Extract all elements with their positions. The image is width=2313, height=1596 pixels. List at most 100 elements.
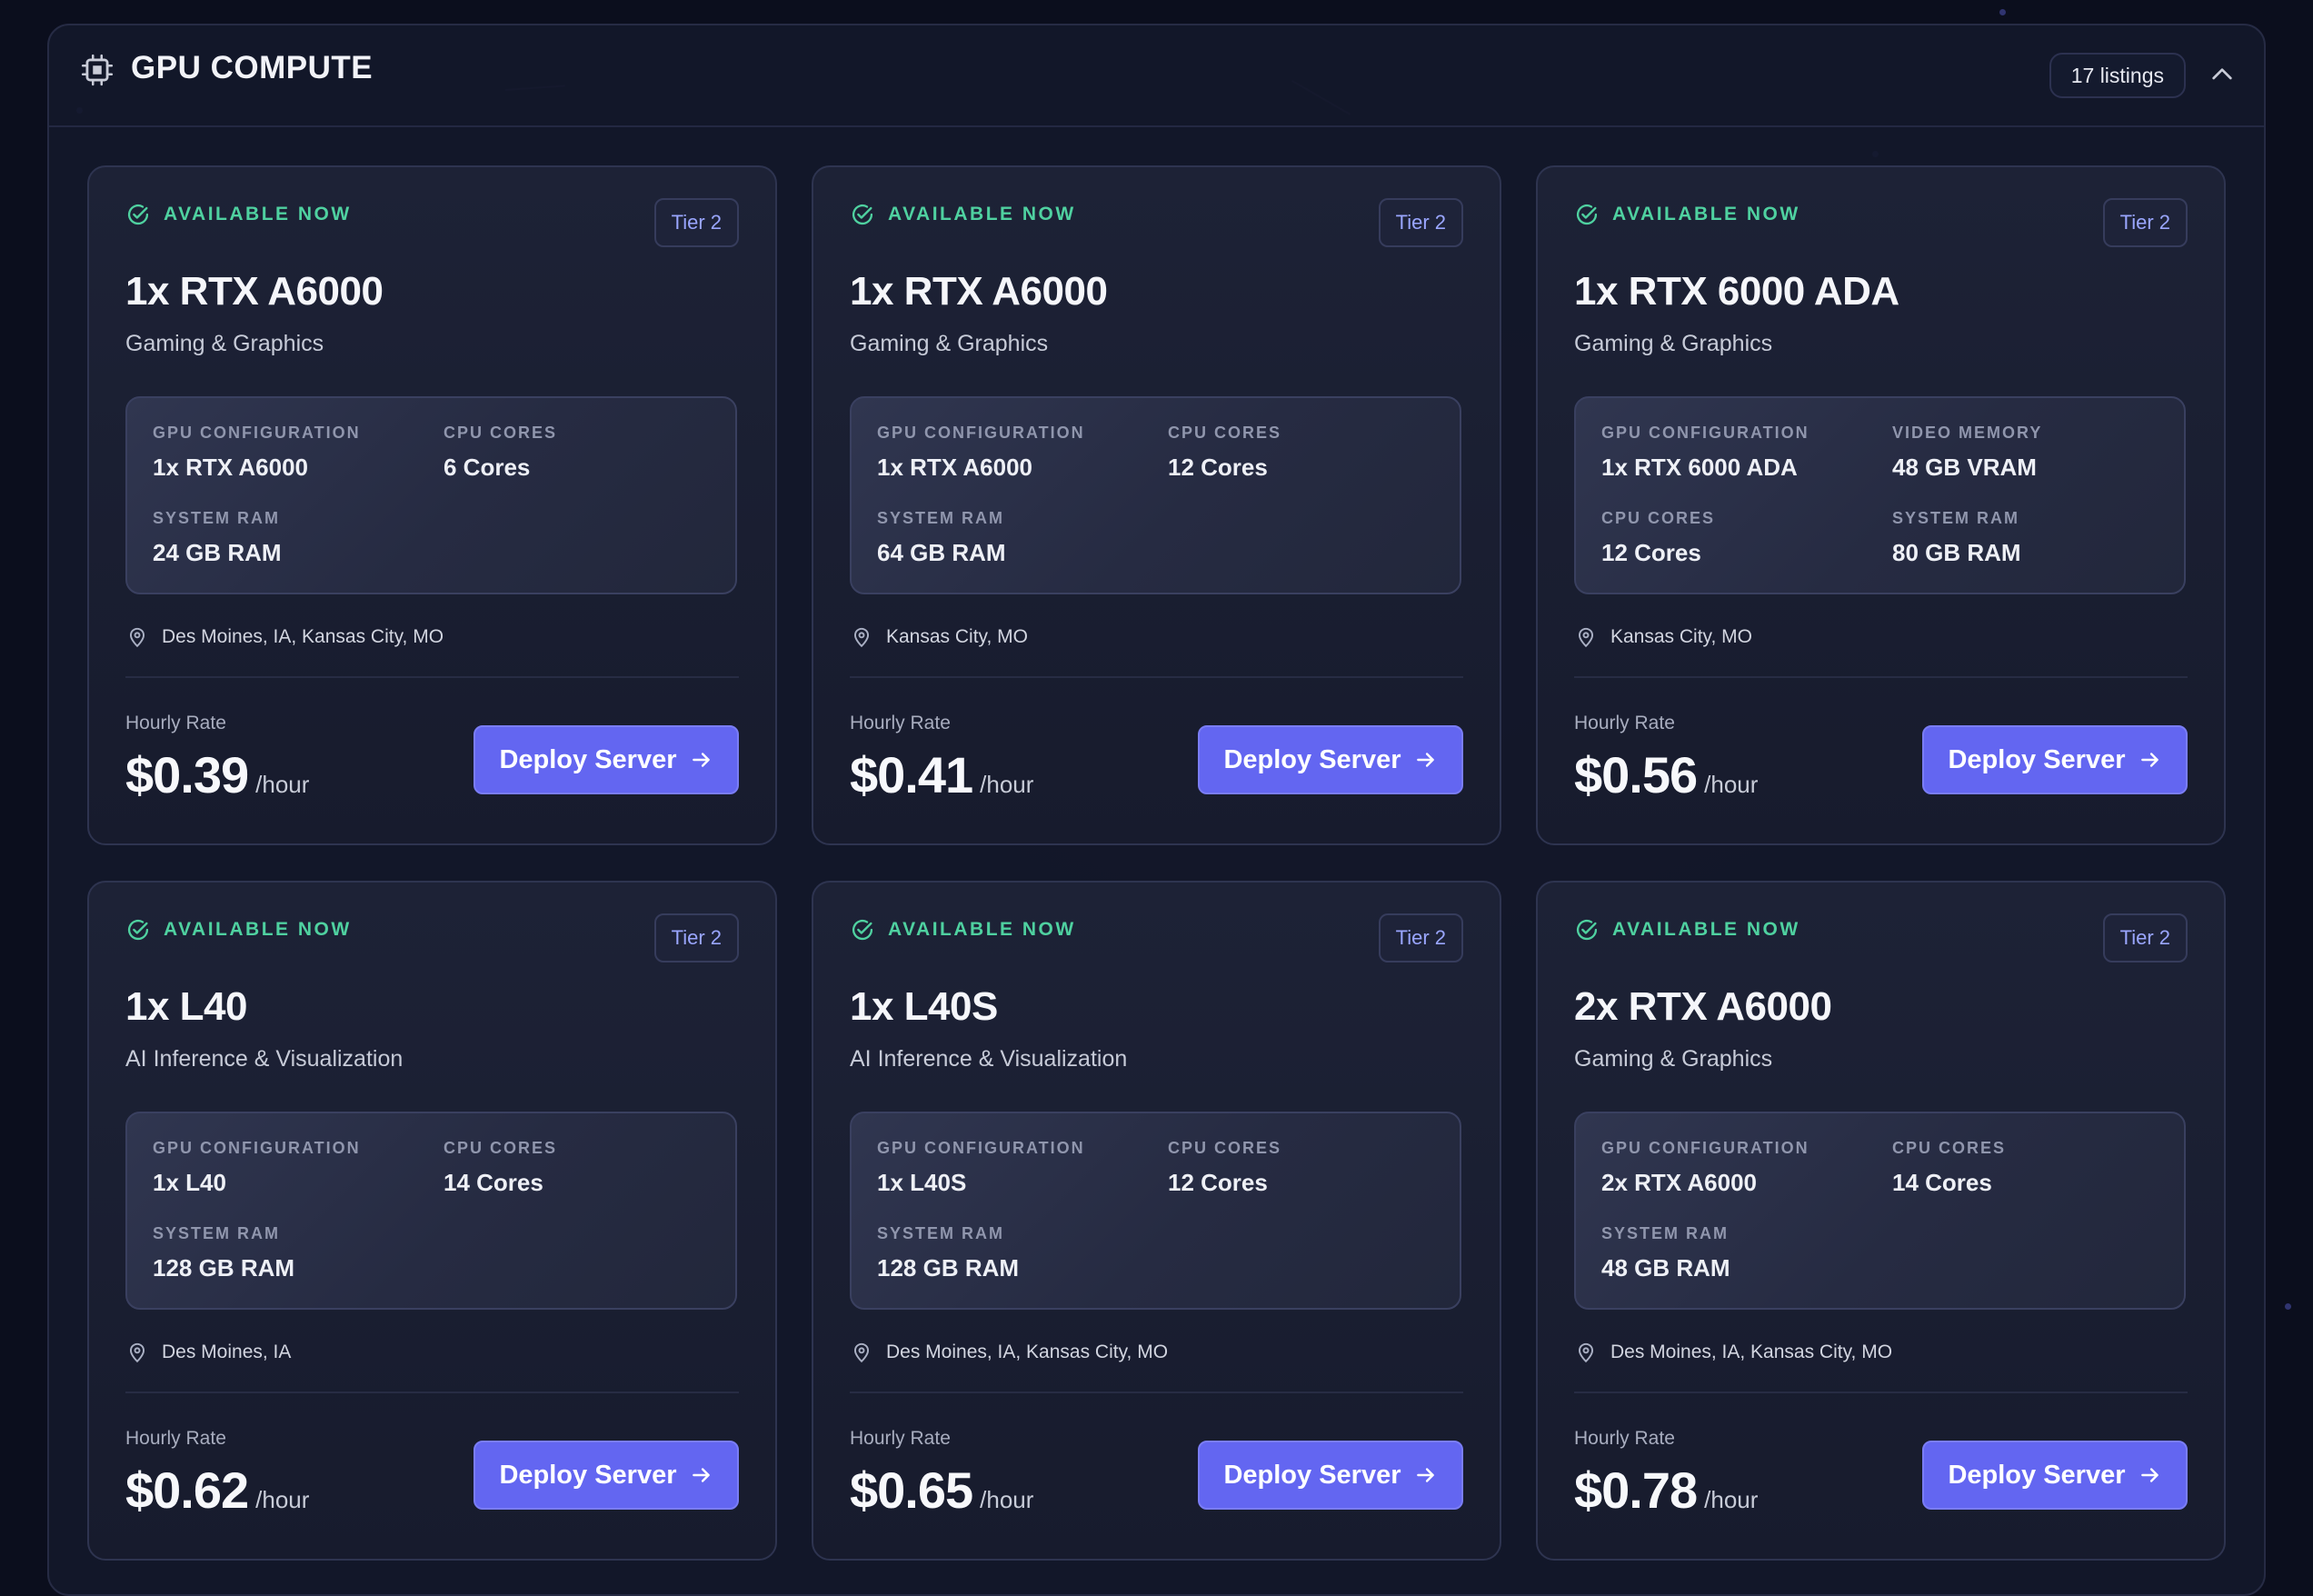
- gpu-listing-card: AVAILABLE NOW Tier 2 1x L40S AI Inferenc…: [812, 881, 1501, 1561]
- spec-value: 1x RTX A6000: [877, 454, 1085, 482]
- arrow-right-icon: [1414, 748, 1438, 772]
- location: Kansas City, MO: [1574, 625, 1752, 649]
- gpu-listing-card: AVAILABLE NOW Tier 2 1x RTX 6000 ADA Gam…: [1536, 165, 2226, 845]
- divider: [125, 1392, 739, 1393]
- gpu-name: 2x RTX A6000: [1574, 984, 1831, 1030]
- check-circle-icon: [850, 202, 875, 227]
- location-text: Des Moines, IA, Kansas City, MO: [162, 626, 444, 648]
- spec-value: 12 Cores: [1168, 1169, 1281, 1197]
- spec-label: GPU CONFIGURATION: [877, 1139, 1085, 1158]
- gpu-category: Gaming & Graphics: [1574, 331, 1772, 357]
- spec-value: 1x L40: [153, 1169, 361, 1197]
- price-amount: $0.65: [850, 1461, 972, 1520]
- spec-label: VIDEO MEMORY: [1892, 424, 2042, 443]
- spec-item: GPU CONFIGURATION1x RTX 6000 ADA: [1601, 424, 1810, 482]
- price: $0.56 /hour: [1574, 745, 1758, 804]
- chevron-up-icon[interactable]: [2208, 60, 2237, 89]
- spec-value: 12 Cores: [1168, 454, 1281, 482]
- divider: [850, 1392, 1463, 1393]
- gpu-category: Gaming & Graphics: [125, 331, 324, 357]
- spec-item: SYSTEM RAM80 GB RAM: [1892, 509, 2021, 567]
- gpu-listing-card: AVAILABLE NOW Tier 2 1x RTX A6000 Gaming…: [87, 165, 777, 845]
- deploy-server-button[interactable]: Deploy Server: [474, 725, 739, 794]
- deploy-button-label: Deploy Server: [1948, 1461, 2125, 1491]
- deploy-button-label: Deploy Server: [1948, 745, 2125, 775]
- spec-label: GPU CONFIGURATION: [877, 424, 1085, 443]
- check-circle-icon: [850, 917, 875, 943]
- spec-item: SYSTEM RAM48 GB RAM: [1601, 1224, 1730, 1282]
- availability-status: AVAILABLE NOW: [125, 202, 352, 227]
- spec-item: CPU CORES12 Cores: [1601, 509, 1715, 567]
- availability-label: AVAILABLE NOW: [1612, 204, 1800, 225]
- location: Des Moines, IA, Kansas City, MO: [850, 1341, 1168, 1364]
- specs-box: GPU CONFIGURATION1x RTX A6000CPU CORES12…: [850, 396, 1461, 594]
- location-text: Des Moines, IA, Kansas City, MO: [1610, 1342, 1892, 1363]
- deploy-server-button[interactable]: Deploy Server: [474, 1441, 739, 1510]
- spec-value: 14 Cores: [444, 1169, 557, 1197]
- spec-value: 6 Cores: [444, 454, 557, 482]
- availability-status: AVAILABLE NOW: [850, 202, 1076, 227]
- spec-value: 128 GB RAM: [877, 1254, 1019, 1282]
- availability-label: AVAILABLE NOW: [164, 204, 352, 225]
- spec-value: 24 GB RAM: [153, 539, 282, 567]
- location-text: Des Moines, IA, Kansas City, MO: [886, 1342, 1168, 1363]
- price-unit: /hour: [980, 1486, 1033, 1514]
- spec-item: CPU CORES 14 Cores: [444, 1139, 557, 1197]
- gpu-category: AI Inference & Visualization: [125, 1046, 403, 1072]
- background-dot: [1999, 9, 2006, 15]
- gpu-name: 1x RTX A6000: [850, 269, 1107, 314]
- spec-item: GPU CONFIGURATION 1x RTX A6000: [877, 424, 1085, 482]
- spec-label: CPU CORES: [1892, 1139, 2006, 1158]
- deploy-server-button[interactable]: Deploy Server: [1922, 1441, 2188, 1510]
- availability-status: AVAILABLE NOW: [1574, 202, 1800, 227]
- price: $0.62 /hour: [125, 1461, 309, 1520]
- gpu-category: Gaming & Graphics: [1574, 1046, 1772, 1072]
- spec-label: SYSTEM RAM: [153, 509, 282, 528]
- price-unit: /hour: [255, 1486, 309, 1514]
- location: Des Moines, IA, Kansas City, MO: [125, 625, 444, 649]
- spec-label: CPU CORES: [444, 424, 557, 443]
- gpu-listing-card: AVAILABLE NOW Tier 2 1x L40 AI Inference…: [87, 881, 777, 1561]
- price-unit: /hour: [1704, 1486, 1758, 1514]
- divider: [1574, 676, 2188, 678]
- price-unit: /hour: [980, 771, 1033, 799]
- spec-item: GPU CONFIGURATION2x RTX A6000: [1601, 1139, 1810, 1197]
- spec-value: 48 GB RAM: [1601, 1254, 1730, 1282]
- spec-value: 48 GB VRAM: [1892, 454, 2042, 482]
- deploy-server-button[interactable]: Deploy Server: [1198, 1441, 1463, 1510]
- check-circle-icon: [125, 202, 151, 227]
- price-amount: $0.56: [1574, 745, 1697, 804]
- gpu-category: AI Inference & Visualization: [850, 1046, 1127, 1072]
- hourly-rate-label: Hourly Rate: [850, 1428, 951, 1450]
- specs-box: GPU CONFIGURATION1x RTX A6000 CPU CORES 6 …: [125, 396, 737, 594]
- map-pin-icon: [850, 1341, 873, 1364]
- spec-label: CPU CORES: [1601, 509, 1715, 528]
- hourly-rate-label: Hourly Rate: [125, 713, 226, 734]
- tier-badge: Tier 2: [1379, 198, 1463, 247]
- spec-item: CPU CORES14 Cores: [1892, 1139, 2006, 1197]
- tier-badge: Tier 2: [654, 913, 739, 963]
- location: Des Moines, IA, Kansas City, MO: [1574, 1341, 1892, 1364]
- spec-item: CPU CORES 6 Cores: [444, 424, 557, 482]
- spec-item: VIDEO MEMORY 48 GB VRAM: [1892, 424, 2042, 482]
- spec-item: GPU CONFIGURATION1x RTX A6000: [153, 424, 361, 482]
- spec-value: 64 GB RAM: [877, 539, 1006, 567]
- spec-value: 1x L40S: [877, 1169, 1085, 1197]
- deploy-server-button[interactable]: Deploy Server: [1922, 725, 2188, 794]
- check-circle-icon: [1574, 202, 1600, 227]
- divider: [850, 676, 1463, 678]
- map-pin-icon: [1574, 625, 1598, 649]
- arrow-right-icon: [690, 748, 713, 772]
- arrow-right-icon: [2139, 1463, 2162, 1487]
- map-pin-icon: [1574, 1341, 1598, 1364]
- hourly-rate-label: Hourly Rate: [1574, 713, 1675, 734]
- availability-status: AVAILABLE NOW: [850, 917, 1076, 943]
- deploy-server-button[interactable]: Deploy Server: [1198, 725, 1463, 794]
- spec-label: GPU CONFIGURATION: [153, 1139, 361, 1158]
- gpu-name: 1x L40S: [850, 984, 998, 1030]
- spec-label: CPU CORES: [444, 1139, 557, 1158]
- gpu-name: 1x RTX 6000 ADA: [1574, 269, 1899, 314]
- listing-count-badge: 17 listings: [2049, 53, 2186, 98]
- deploy-button-label: Deploy Server: [1223, 745, 1401, 775]
- spec-value: 2x RTX A6000: [1601, 1169, 1810, 1197]
